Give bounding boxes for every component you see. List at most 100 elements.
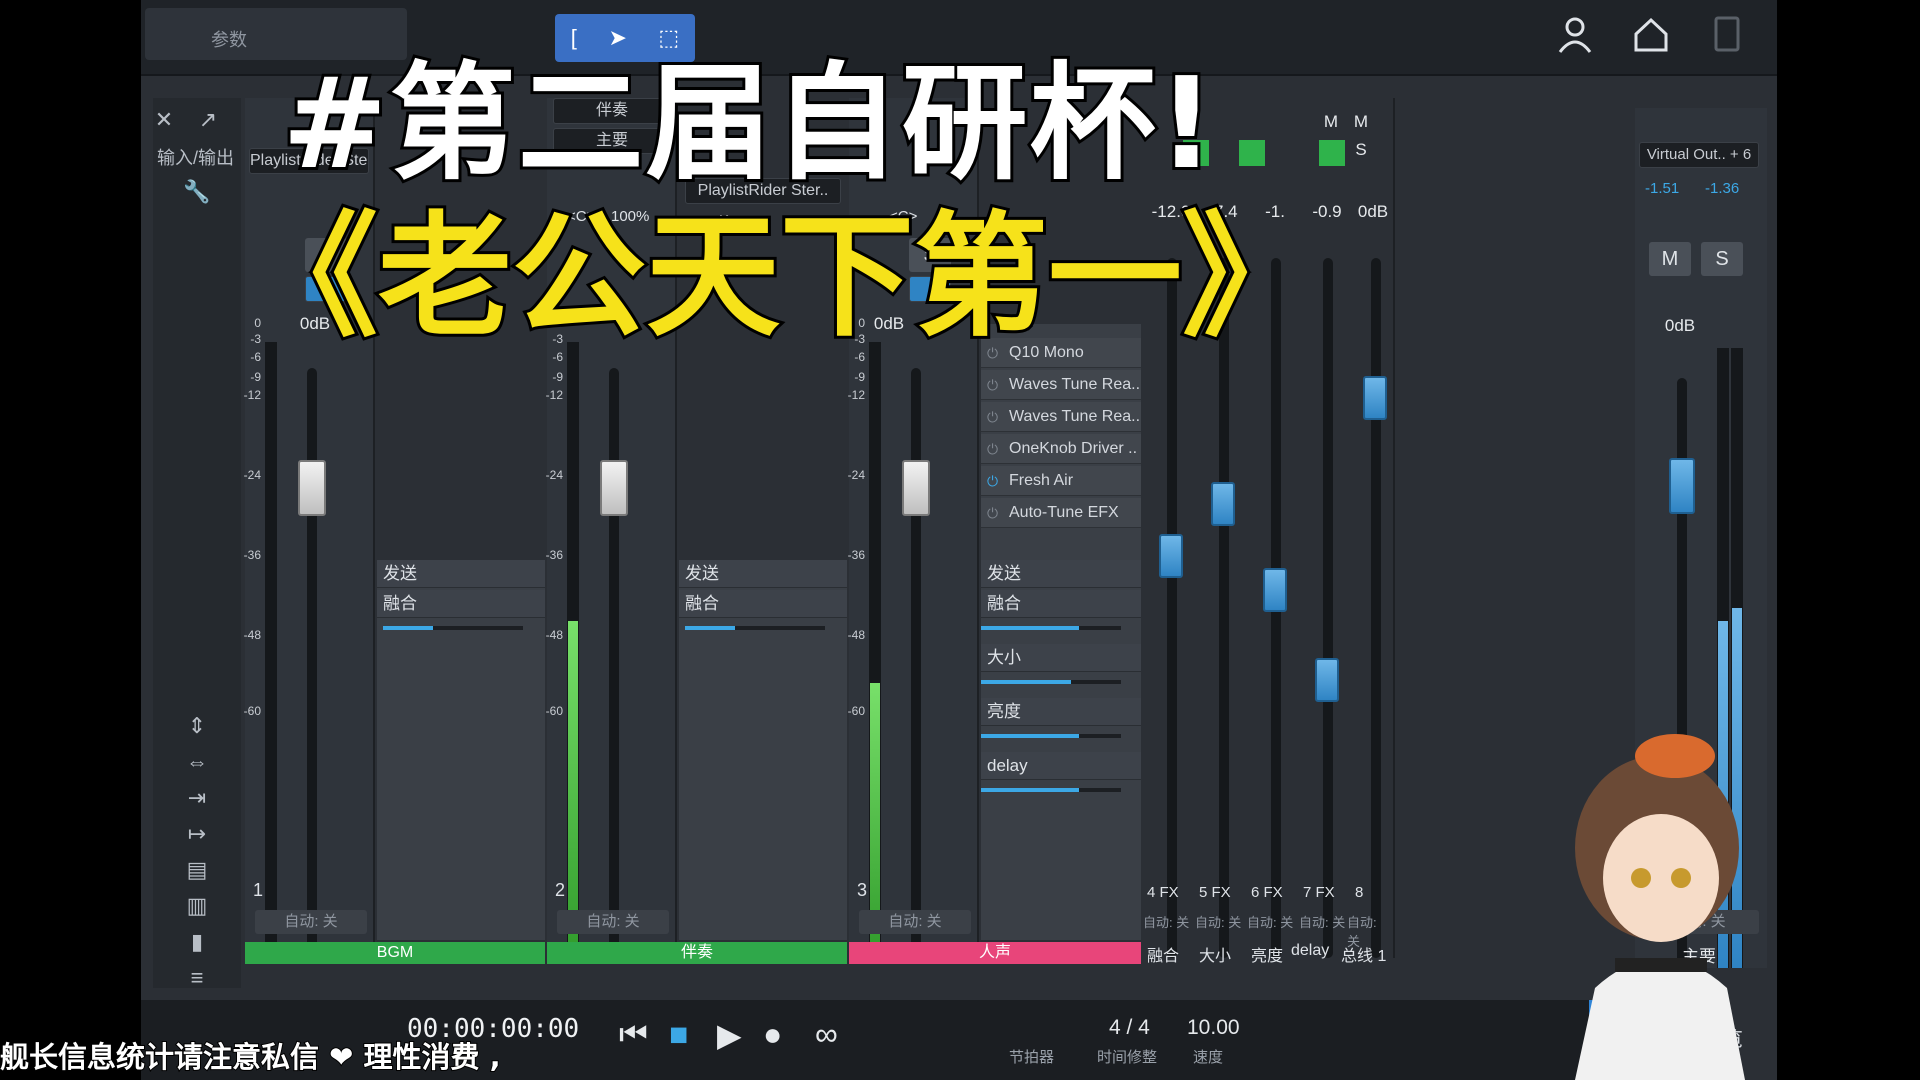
ch3-number: 3 [857, 880, 868, 900]
output-icon[interactable]: ↦ [153, 818, 241, 850]
ch2-send-level[interactable] [685, 626, 825, 630]
fx4-name[interactable]: 融合 [1147, 942, 1179, 966]
ch3-send-size[interactable]: 大小 [981, 644, 1141, 672]
fx4-number: 4 FX [1147, 884, 1179, 901]
fx-green-indicator-2[interactable] [1239, 140, 1265, 166]
meter-scale-label: -9 [552, 370, 563, 384]
user-icon[interactable] [1551, 14, 1599, 62]
fx4-automation[interactable]: 自动: 关 [1143, 912, 1189, 931]
fx4-fader-track[interactable] [1167, 258, 1177, 958]
ch3-name[interactable]: 人声 [849, 942, 1141, 964]
ch2-fader-track[interactable] [609, 368, 619, 958]
keyboard-icon[interactable]: ▥ [153, 890, 241, 922]
fx-green-indicator-3[interactable] [1319, 140, 1345, 166]
streamer-avatar [1545, 728, 1777, 1080]
ch1-sends-panel: 发送 融合 [377, 560, 545, 940]
ch2-fader-cap[interactable] [600, 460, 628, 516]
fx5-name[interactable]: 大小 [1199, 942, 1231, 966]
ch1-send-item[interactable]: 融合 [377, 590, 545, 618]
ch3-send-merge[interactable]: 融合 [981, 590, 1141, 618]
time-fix-label[interactable]: 时间修整 [1097, 1046, 1157, 1067]
fx7-fader-cap[interactable] [1315, 658, 1339, 702]
overlay-subtitle: 《老公天下第一》 [241, 196, 1319, 358]
height-adjust-icon[interactable]: ⇕ [153, 710, 241, 742]
ch3-send-delay-level[interactable] [981, 788, 1121, 792]
menu-icon[interactable]: ≡ [153, 962, 241, 994]
ch1-send-header[interactable]: 发送 [377, 560, 545, 588]
insert-slot-6[interactable]: Auto-Tune EFX [981, 498, 1141, 528]
meter-scale-label: -24 [243, 468, 261, 482]
insert-slot-3[interactable]: Waves Tune Rea.. [981, 402, 1141, 432]
ch2-meter [567, 342, 579, 962]
expand-icon[interactable]: ↗ [183, 104, 233, 136]
ch3-fader-track[interactable] [911, 368, 921, 958]
document-icon[interactable] [1703, 14, 1751, 62]
fx8-name[interactable]: 总线 1 [1341, 942, 1386, 966]
ch3-send-brightness-level[interactable] [981, 734, 1121, 738]
record-icon[interactable]: ● [763, 1016, 782, 1053]
insert-slot-4[interactable]: OneKnob Driver .. [981, 434, 1141, 464]
fx7-fader-track[interactable] [1323, 258, 1333, 958]
fx4-fader-cap[interactable] [1159, 534, 1183, 578]
fx7-automation[interactable]: 自动: 关 [1299, 912, 1345, 931]
insert-slot-2[interactable]: Waves Tune Rea.. [981, 370, 1141, 400]
main-fader-cap[interactable] [1669, 458, 1695, 514]
ch1-fader-cap[interactable] [298, 460, 326, 516]
meter-scale-label: -9 [250, 370, 261, 384]
ch1-name[interactable]: BGM [245, 942, 545, 964]
tempo-value[interactable]: 10.00 [1187, 1016, 1240, 1040]
meter-scale-label: -36 [545, 548, 563, 562]
fx-solo-label[interactable]: S [1343, 140, 1379, 160]
stop-icon[interactable]: ■ [669, 1016, 688, 1053]
ch3-send-header[interactable]: 发送 [981, 560, 1141, 588]
meter-scale-label: -24 [545, 468, 563, 482]
meter-scale-label: -60 [847, 704, 865, 718]
ch3-send-brightness[interactable]: 亮度 [981, 698, 1141, 726]
ch3-send-size-level[interactable] [981, 680, 1121, 684]
main-solo-button[interactable]: S [1701, 242, 1743, 276]
fx6-automation[interactable]: 自动: 关 [1247, 912, 1293, 931]
close-icon[interactable]: ✕ [141, 104, 189, 136]
input-icon[interactable]: ⇥ [153, 782, 241, 814]
main-right-db: -1.36 [1705, 180, 1740, 197]
loop-icon[interactable]: ∞ [815, 1016, 838, 1053]
wrench-icon[interactable]: 🔧 [153, 176, 241, 208]
ch2-number: 2 [555, 880, 566, 900]
ch2-send-item[interactable]: 融合 [679, 590, 847, 618]
ch3-meter [869, 342, 881, 962]
ch3-send-delay[interactable]: delay [981, 752, 1141, 780]
ch3-fader-cap[interactable] [902, 460, 930, 516]
fx6-name[interactable]: 亮度 [1251, 942, 1283, 966]
main-output-select[interactable]: Virtual Out.. + 6 [1639, 142, 1759, 168]
play-icon[interactable]: ▶ [717, 1016, 742, 1054]
fx8-fader-track[interactable] [1371, 258, 1381, 958]
fx5-fader-cap[interactable] [1211, 482, 1235, 526]
ch1-send-level[interactable] [383, 626, 523, 630]
width-adjust-icon[interactable]: ⇔ [153, 746, 241, 778]
bars-icon[interactable]: ▮ [153, 926, 241, 958]
ch2-name[interactable]: 伴奏 [547, 942, 847, 964]
meter-scale-label: -12 [545, 388, 563, 402]
ch1-automation[interactable]: 自动: 关 [255, 910, 367, 934]
ch3-automation[interactable]: 自动: 关 [859, 910, 971, 934]
main-left-db: -1.51 [1645, 180, 1680, 197]
io-label[interactable]: 输入/输出 [157, 144, 237, 170]
fx7-name[interactable]: delay [1291, 942, 1329, 960]
fx8-fader-cap[interactable] [1363, 376, 1387, 420]
fx5-automation[interactable]: 自动: 关 [1195, 912, 1241, 931]
metronome-label[interactable]: 节拍器 [1009, 1046, 1054, 1067]
time-signature[interactable]: 4 / 4 [1109, 1016, 1150, 1040]
list-view-icon[interactable]: ▤ [153, 854, 241, 886]
ch1-fader-track[interactable] [307, 368, 317, 958]
insert-slot-5[interactable]: Fresh Air [981, 466, 1141, 496]
ch2-automation[interactable]: 自动: 关 [557, 910, 669, 934]
fx-mute-label-2[interactable]: M [1343, 112, 1379, 132]
ch2-send-header[interactable]: 发送 [679, 560, 847, 588]
rewind-to-start-icon[interactable]: ⏮ [619, 1016, 648, 1054]
fx6-fader-cap[interactable] [1263, 568, 1287, 612]
fx5-fader-track[interactable] [1219, 258, 1229, 958]
params-label: 参数 [211, 30, 247, 50]
ch3-send-merge-level[interactable] [981, 626, 1121, 630]
home-icon[interactable] [1627, 14, 1675, 62]
main-mute-button[interactable]: M [1649, 242, 1691, 276]
